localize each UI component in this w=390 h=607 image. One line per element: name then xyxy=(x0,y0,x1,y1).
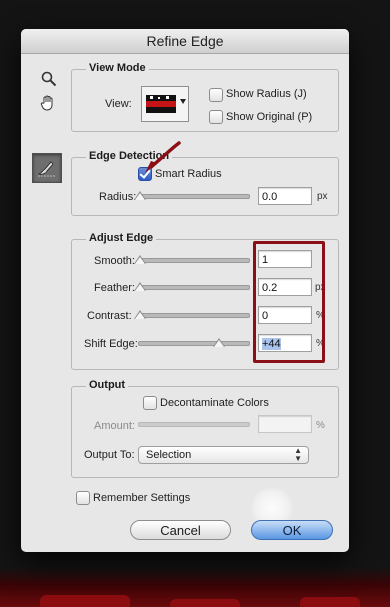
radius-unit: px xyxy=(317,191,328,202)
radius-slider-thumb[interactable] xyxy=(134,191,146,200)
amount-slider-track[interactable] xyxy=(138,422,250,427)
background-splash xyxy=(40,595,130,607)
view-preview-thumbnail[interactable] xyxy=(141,86,189,122)
shift-edge-slider-track[interactable] xyxy=(138,341,250,346)
decontaminate-colors-label: Decontaminate Colors xyxy=(160,397,269,409)
contrast-slider-track[interactable] xyxy=(138,313,250,318)
radius-slider-track[interactable] xyxy=(138,194,250,199)
amount-unit: % xyxy=(316,420,325,431)
output-to-select[interactable]: Selection ▲ ▼ xyxy=(138,446,309,464)
feather-label: Feather: xyxy=(94,282,135,294)
show-radius-label: Show Radius (J) xyxy=(226,88,307,100)
radius-label: Radius: xyxy=(99,191,137,203)
smooth-slider-track[interactable] xyxy=(138,258,250,263)
annotation-arrow-icon xyxy=(145,141,181,173)
feather-slider-track[interactable] xyxy=(138,285,250,290)
feather-slider-thumb[interactable] xyxy=(134,282,146,291)
select-arrows-icon: ▲ ▼ xyxy=(294,446,302,463)
view-label: View: xyxy=(105,98,132,110)
show-radius-checkbox[interactable] xyxy=(209,88,223,102)
magnifier-icon[interactable] xyxy=(39,69,59,89)
background-red-texture xyxy=(0,567,390,607)
contrast-slider-thumb[interactable] xyxy=(134,310,146,319)
contrast-label: Contrast: xyxy=(87,310,132,322)
remember-settings-checkbox[interactable] xyxy=(76,491,90,505)
radius-field[interactable]: 0.0 xyxy=(258,187,312,205)
output-to-label: Output To: xyxy=(84,449,135,461)
background-splash xyxy=(170,599,240,607)
decontaminate-colors-checkbox[interactable] xyxy=(143,396,157,410)
smooth-slider-thumb[interactable] xyxy=(134,255,146,264)
view-mode-title: View Mode xyxy=(86,62,149,74)
ok-button[interactable]: OK xyxy=(251,520,333,540)
annotation-highlight-box xyxy=(253,241,325,363)
show-original-checkbox[interactable] xyxy=(209,110,223,124)
remember-settings-label: Remember Settings xyxy=(93,492,191,504)
amount-field[interactable] xyxy=(258,415,312,433)
cancel-button[interactable]: Cancel xyxy=(130,520,231,540)
amount-label: Amount: xyxy=(94,420,135,432)
refine-radius-brush-icon[interactable] xyxy=(32,153,62,183)
smooth-label: Smooth: xyxy=(94,255,135,267)
output-title: Output xyxy=(86,379,129,391)
hand-icon[interactable] xyxy=(38,93,58,113)
refine-edge-dialog: Refine Edge View Mode View: Show Radius … xyxy=(21,29,349,552)
shift-edge-slider-thumb[interactable] xyxy=(213,338,226,347)
background-splash xyxy=(300,597,360,607)
dialog-title: Refine Edge xyxy=(21,29,349,54)
adjust-edge-title: Adjust Edge xyxy=(86,232,157,244)
show-original-label: Show Original (P) xyxy=(226,111,313,123)
output-to-selected: Selection xyxy=(146,449,192,461)
shift-edge-label: Shift Edge: xyxy=(84,338,138,350)
